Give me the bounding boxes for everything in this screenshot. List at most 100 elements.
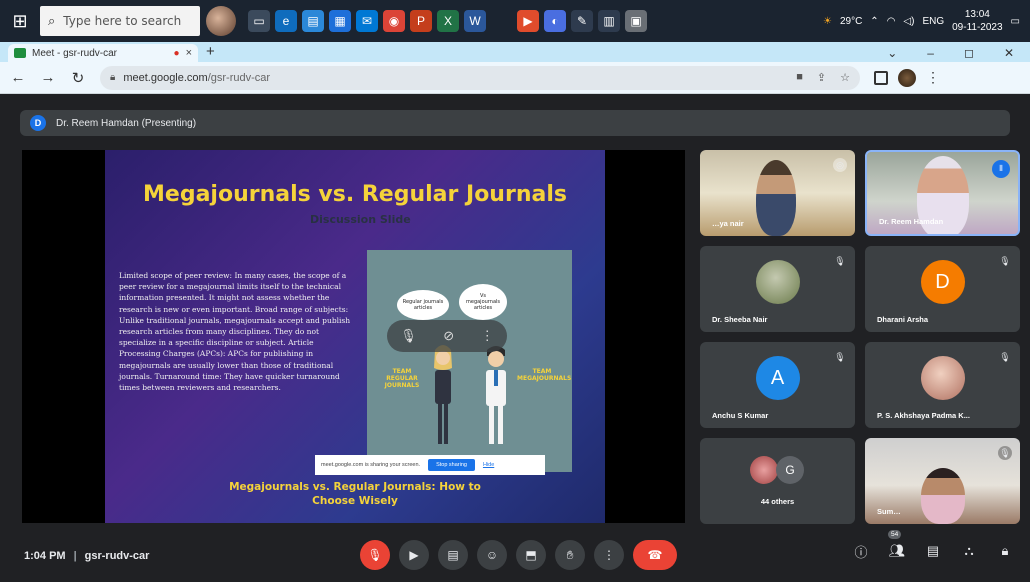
app-icon[interactable]: ▤ <box>302 10 324 32</box>
app-icon[interactable]: ◐ <box>544 10 566 32</box>
recording-dot-icon: ● <box>173 47 180 59</box>
share-notice-text: meet.google.com is sharing your screen. <box>321 462 421 468</box>
share-icon[interactable]: ⇪ <box>817 71 826 84</box>
participant-tile[interactable]: D Dharani Arsha 🎙︎ <box>865 246 1020 332</box>
activities-icon[interactable]: ⛬ <box>958 540 980 562</box>
volume-icon[interactable]: ◁) <box>903 16 914 27</box>
tab-search-icon[interactable]: ⌄ <box>887 46 897 60</box>
powerpoint-icon[interactable]: P <box>410 10 432 32</box>
meeting-time: 1:04 PM <box>24 550 66 562</box>
taskbar-search-placeholder: Type here to search <box>63 14 182 28</box>
slide-subtitle: Discussion Slide <box>310 213 411 226</box>
new-tab-icon[interactable]: + <box>206 44 215 62</box>
participant-tile[interactable]: Dr. Reem Hamdan ⦀ <box>865 150 1020 236</box>
more-options-button[interactable]: ⋮ <box>594 540 624 570</box>
participant-tile[interactable]: P. S. Akhshaya Padma K... 🎙︎ <box>865 342 1020 428</box>
chat-icon[interactable]: ▤ <box>922 540 944 562</box>
others-count: 44 others <box>760 497 795 506</box>
participant-name: Sum… <box>877 507 901 516</box>
participant-tile[interactable]: …ya nair ◎ <box>700 150 855 236</box>
mute-overlay-icon[interactable]: ⊘ <box>443 328 454 344</box>
participant-tile[interactable]: A Anchu S Kumar 🎙︎ <box>700 342 855 428</box>
camera-icon[interactable]: ■ <box>796 71 803 84</box>
weather-icon[interactable]: ☀ <box>823 16 832 27</box>
mic-overlay-icon[interactable]: 🎙︎ <box>400 328 417 344</box>
windows-start-icon[interactable]: ⊞ <box>0 0 40 42</box>
restore-icon[interactable]: ◻ <box>964 46 974 60</box>
others-tile[interactable]: G 44 others <box>700 438 855 524</box>
meet-favicon-icon <box>14 48 26 58</box>
stop-sharing-button[interactable]: Stop sharing <box>428 459 475 471</box>
participant-avatar: D <box>920 260 965 305</box>
side-panel-controls: ⓘ 54 👥︎ ▤ ⛬ 🔒︎ <box>850 530 1016 562</box>
raise-hand-button[interactable]: ✋︎ <box>555 540 585 570</box>
store-icon[interactable]: ▦ <box>329 10 351 32</box>
meeting-details-icon[interactable]: ⓘ <box>850 540 872 562</box>
participant-avatar: A <box>755 356 800 401</box>
edge-icon[interactable]: e <box>275 10 297 32</box>
notifications-icon[interactable]: ▭ <box>1011 16 1020 27</box>
clock[interactable]: 13:04 09-11-2023 <box>952 8 1002 34</box>
presentation-stage: Megajournals vs. Regular Journals Discus… <box>22 150 685 523</box>
reload-icon[interactable]: ↻ <box>70 69 86 87</box>
camera-button[interactable]: ▶︎ <box>399 540 429 570</box>
slide-illustration: Regular journals articles Vs megajournal… <box>367 250 572 472</box>
participant-photo <box>750 456 778 484</box>
url-domain: meet.google.com <box>123 71 208 84</box>
chevron-up-icon[interactable]: ⌃ <box>870 16 878 27</box>
speaking-indicator-icon: ⦀ <box>992 160 1010 178</box>
word-icon[interactable]: W <box>464 10 486 32</box>
participant-tile[interactable]: Sum… 🎙︎ <box>865 438 1020 524</box>
mic-off-icon: ◎ <box>833 158 847 172</box>
captions-button[interactable]: ▤ <box>438 540 468 570</box>
language-indicator[interactable]: ENG <box>922 16 944 27</box>
browser-tab[interactable]: Meet - gsr-rudv-car ● × <box>8 44 198 62</box>
leave-call-button[interactable]: ☎︎ <box>633 540 677 570</box>
hide-share-notice-link[interactable]: Hide <box>483 462 494 468</box>
participant-name: Dr. Sheeba Nair <box>712 315 768 324</box>
forward-icon[interactable]: → <box>40 69 56 86</box>
app-icon[interactable]: ▥ <box>598 10 620 32</box>
network-icon[interactable]: ◠ <box>887 16 896 27</box>
excel-icon[interactable]: X <box>437 10 459 32</box>
app-icon[interactable]: ▣ <box>625 10 647 32</box>
mic-off-button[interactable]: 🎙︎ <box>360 540 390 570</box>
weather-temp[interactable]: 29°C <box>840 16 862 27</box>
url-field[interactable]: 🔒︎ meet.google.com/gsr-rudv-car ■ ⇪ ☆ <box>100 65 860 90</box>
taskbar-search[interactable]: ⌕ Type here to search <box>40 6 200 36</box>
participant-name: Dr. Reem Hamdan <box>879 217 944 226</box>
window-controls: ⌄ – ◻ ✕ <box>887 44 1030 62</box>
host-controls-icon[interactable]: 🔒︎ <box>994 540 1016 562</box>
back-icon[interactable]: ← <box>10 69 26 86</box>
lock-icon[interactable]: 🔒︎ <box>110 72 115 83</box>
search-highlight-image[interactable] <box>206 6 236 36</box>
task-view-icon[interactable]: ▭ <box>248 10 270 32</box>
mic-off-icon: 🎙︎ <box>834 255 846 266</box>
participant-name: Dharani Arsha <box>877 315 928 324</box>
cartoon-woman-figure <box>434 345 452 444</box>
mic-off-icon: 🎙︎ <box>998 446 1012 460</box>
emoji-reactions-button[interactable]: ☺ <box>477 540 507 570</box>
clock-time: 13:04 <box>964 9 990 20</box>
taskbar-apps: ▭ e ▤ ▦ ✉ ◉ P X W ▶ ◐ ✎ ▥ ▣ <box>248 10 647 32</box>
mail-icon[interactable]: ✉ <box>356 10 378 32</box>
team-right-label: TEAM MEGAJOURNALS <box>517 368 572 382</box>
chrome-icon[interactable]: ◉ <box>383 10 405 32</box>
minimize-icon[interactable]: – <box>927 46 934 60</box>
app-icon[interactable]: ✎ <box>571 10 593 32</box>
sidepanel-icon[interactable] <box>874 70 888 85</box>
close-tab-icon[interactable]: × <box>186 47 192 59</box>
meeting-code: gsr-rudv-car <box>84 550 150 562</box>
more-vert-icon[interactable]: ⋮ <box>926 69 940 86</box>
app-icon[interactable]: ▶ <box>517 10 539 32</box>
more-vert-icon[interactable]: ⋮ <box>481 328 494 344</box>
participant-grid: …ya nair ◎ Dr. Reem Hamdan ⦀ Dr. Sheeba … <box>700 150 1020 524</box>
profile-avatar[interactable] <box>898 68 916 87</box>
address-bar: ← → ↻ 🔒︎ meet.google.com/gsr-rudv-car ■ … <box>0 62 1030 94</box>
present-screen-button[interactable]: ⬒ <box>516 540 546 570</box>
tab-title: Meet - gsr-rudv-car <box>32 47 118 59</box>
bookmark-star-icon[interactable]: ☆ <box>840 71 850 84</box>
people-icon[interactable]: 54 👥︎ <box>886 530 908 562</box>
close-window-icon[interactable]: ✕ <box>1004 46 1014 60</box>
participant-tile[interactable]: Dr. Sheeba Nair 🎙︎ <box>700 246 855 332</box>
